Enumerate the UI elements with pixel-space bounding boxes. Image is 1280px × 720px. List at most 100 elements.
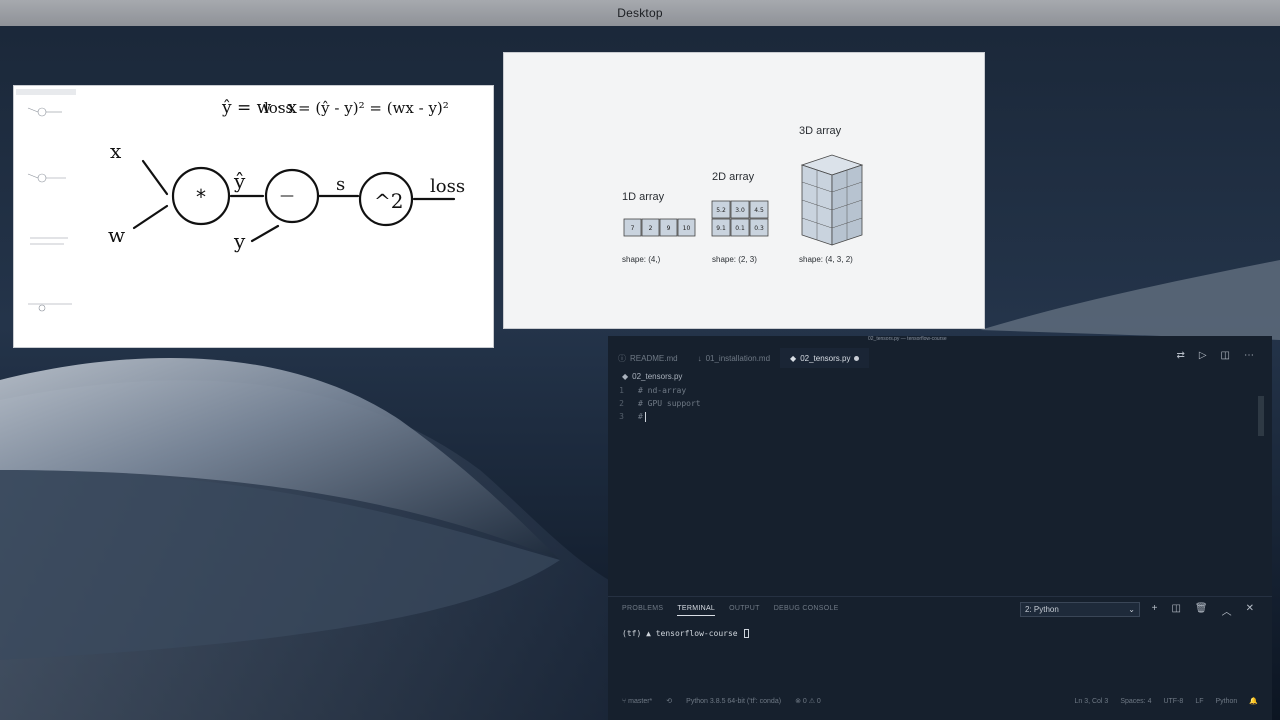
slide-thumbnails[interactable]	[14, 86, 92, 348]
code-line[interactable]: 1 # nd-array	[608, 386, 1272, 399]
tab-debug-console[interactable]: DEBUG CONSOLE	[774, 605, 839, 616]
encoding-status[interactable]: UTF-8	[1163, 698, 1183, 705]
shape-2d: shape: (2, 3)	[712, 255, 757, 264]
cell-1d: 9	[667, 225, 671, 232]
vscode-window[interactable]: 02_tensors.py — tensorflow-course ⓘ READ…	[608, 336, 1272, 720]
vscode-titlebar: 02_tensors.py — tensorflow-course	[608, 336, 1272, 346]
branch-name: master*	[628, 697, 653, 705]
cell-2d: 0.3	[754, 225, 764, 232]
code-line[interactable]: 2 # GPU support	[608, 399, 1272, 412]
compare-icon[interactable]: ⇄	[1176, 350, 1184, 361]
terminal-cursor	[743, 629, 749, 638]
tab-tensors[interactable]: ◆ 02_tensors.py	[780, 348, 870, 368]
cell-1d: 2	[649, 225, 653, 232]
terminal-select[interactable]: 2: Python ⌄	[1020, 602, 1140, 617]
line-number: 1	[619, 386, 624, 395]
mult-symbol: *	[196, 185, 206, 209]
status-bar: ⑂ master* ⟲ Python 3.8.5 64-bit ('tf': c…	[608, 694, 1272, 708]
sync-icon[interactable]: ⟲	[666, 697, 672, 705]
terminal-output[interactable]: (tf) ▲ tensorflow-course	[622, 629, 749, 638]
problems-status[interactable]: ⊗ 0 ⚠ 0	[795, 697, 821, 705]
label-1d-array: 1D array	[622, 191, 665, 203]
tab-label: 01_installation.md	[705, 353, 771, 363]
breadcrumb[interactable]: ◆ 02_tensors.py	[622, 372, 682, 381]
python-file-icon: ◆	[790, 353, 797, 363]
label-2d-array: 2D array	[712, 171, 755, 183]
shape-1d: shape: (4,)	[622, 255, 661, 264]
line-number: 2	[619, 399, 624, 408]
language-status[interactable]: Python	[1215, 698, 1237, 705]
info-icon: ⓘ	[618, 353, 626, 363]
editor-tabs: ⓘ README.md ↓ 01_installation.md ◆ 02_te…	[608, 348, 1272, 368]
square-symbol: ^2	[374, 189, 403, 213]
array-1d-graphic: 7 2 9 10	[623, 218, 696, 237]
more-actions-icon[interactable]: ⋯	[1244, 350, 1254, 361]
whiteboard-canvas[interactable]: ŷ = w · x loss = (ŷ - y)² = (wx - y)² x …	[92, 86, 494, 348]
tab-label: README.md	[630, 353, 678, 363]
breadcrumb-file[interactable]: 02_tensors.py	[632, 372, 682, 381]
close-icon[interactable]: ✕	[1246, 603, 1254, 618]
markdown-icon: ↓	[697, 353, 702, 363]
code-text[interactable]: #	[638, 412, 643, 425]
cell-1d: 10	[683, 225, 691, 232]
editor-scrollbar[interactable]	[1258, 396, 1264, 436]
label-w: w	[108, 223, 125, 247]
shape-3d: shape: (4, 3, 2)	[799, 255, 853, 264]
cell-2d: 9.1	[716, 225, 726, 232]
split-editor-icon[interactable]: ◫	[1221, 350, 1230, 361]
tab-terminal[interactable]: TERMINAL	[677, 605, 716, 616]
cell-2d: 5.2	[716, 207, 726, 214]
text-cursor	[644, 412, 646, 422]
cell-2d: 3.0	[735, 207, 745, 214]
notification-bell-icon[interactable]: 🔔	[1249, 697, 1258, 705]
eol-status[interactable]: LF	[1195, 698, 1203, 705]
terminal-prompt: (tf) ▲ tensorflow-course	[622, 629, 738, 638]
panel-actions: + ◫ 🗑 ︿ ✕	[1152, 603, 1254, 618]
label-x: x	[110, 139, 122, 163]
chevron-down-icon: ⌄	[1128, 605, 1135, 614]
minus-symbol: —	[280, 188, 294, 204]
array-2d-graphic: 5.2 3.0 4.5 9.1 0.1 0.3	[711, 200, 769, 237]
tab-installation[interactable]: ↓ 01_installation.md	[688, 348, 780, 368]
cell-1d: 7	[631, 225, 635, 232]
cell-2d: 0.1	[735, 225, 745, 232]
label-y: y	[233, 229, 246, 253]
cursor-position[interactable]: Ln 3, Col 3	[1074, 698, 1108, 705]
branch-icon: ⑂	[622, 697, 627, 705]
tab-readme[interactable]: ⓘ README.md	[608, 348, 688, 368]
label-3d-array: 3D array	[799, 125, 842, 137]
trash-icon[interactable]: 🗑	[1195, 603, 1208, 618]
new-terminal-icon[interactable]: +	[1152, 603, 1158, 618]
tensor-image-window[interactable]: 1D array 2D array 3D array 7 2 9 10 5.2 …	[503, 52, 985, 329]
code-line[interactable]: 3 #	[608, 412, 1272, 425]
code-text[interactable]: # nd-array	[638, 386, 686, 399]
code-text[interactable]: # GPU support	[638, 399, 701, 412]
array-3d-graphic	[800, 154, 864, 246]
desktop-title-bar: Desktop	[0, 0, 1280, 26]
window-title: 02_tensors.py — tensorflow-course	[868, 336, 947, 342]
code-editor[interactable]: 1 # nd-array 2 # GPU support 3 #	[608, 386, 1272, 425]
desktop-title: Desktop	[617, 6, 663, 20]
label-yhat: ŷ	[233, 169, 246, 193]
tab-output[interactable]: OUTPUT	[729, 605, 760, 616]
terminal-select-value: 2: Python	[1025, 605, 1059, 614]
interpreter-status[interactable]: Python 3.8.5 64-bit ('tf': conda)	[686, 698, 781, 705]
label-loss: loss	[430, 176, 465, 197]
run-icon[interactable]: ▷	[1199, 350, 1207, 361]
label-s: s	[336, 174, 345, 195]
line-number: 3	[619, 412, 624, 421]
equation-loss: loss = (ŷ - y)² = (wx - y)²	[264, 99, 449, 117]
panel-tabs: PROBLEMS TERMINAL OUTPUT DEBUG CONSOLE	[622, 605, 839, 616]
unsaved-dot-icon[interactable]	[854, 355, 860, 361]
split-terminal-icon[interactable]: ◫	[1171, 603, 1180, 618]
whiteboard-window[interactable]: ŷ = w · x loss = (ŷ - y)² = (wx - y)² x …	[13, 85, 494, 348]
python-file-icon: ◆	[622, 372, 629, 381]
tab-problems[interactable]: PROBLEMS	[622, 605, 663, 616]
branch-status[interactable]: ⑂ master*	[622, 698, 652, 705]
maximize-panel-icon[interactable]: ︿	[1222, 603, 1232, 618]
tab-label: 02_tensors.py	[800, 353, 851, 363]
cell-2d: 4.5	[754, 207, 764, 214]
editor-actions: ⇄ ▷ ◫ ⋯	[1176, 350, 1254, 361]
bottom-panel: PROBLEMS TERMINAL OUTPUT DEBUG CONSOLE 2…	[608, 596, 1272, 696]
indentation-status[interactable]: Spaces: 4	[1120, 698, 1151, 705]
